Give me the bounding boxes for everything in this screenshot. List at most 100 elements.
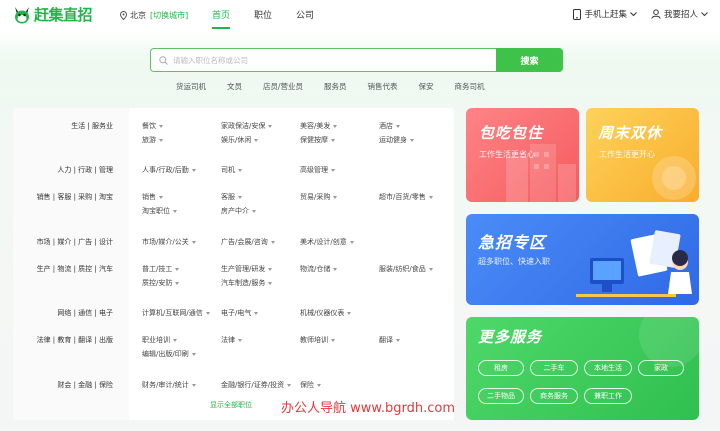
category-item[interactable]: 贸易/采购 xyxy=(300,192,338,202)
category-item-label: 广告/会展/咨询 xyxy=(221,238,268,246)
hot-search-link[interactable]: 服务员 xyxy=(324,81,347,92)
category-item[interactable]: 人事/行政/后勤 xyxy=(142,165,196,175)
card-food-housing[interactable]: 包吃包住 工作生活更省心 xyxy=(466,108,579,202)
caret-down-icon xyxy=(428,195,433,199)
header-right: 手机上赶集 我要招人 xyxy=(559,8,708,20)
hot-search-link[interactable]: 店员/营业员 xyxy=(263,81,303,92)
recruit-menu[interactable]: 我要招人 xyxy=(651,8,708,20)
category-item-label: 家政保洁/安保 xyxy=(221,122,266,130)
category-item[interactable]: 酒店 xyxy=(379,121,400,131)
category-item[interactable]: 教师培训 xyxy=(300,335,335,345)
nav-companies[interactable]: 公司 xyxy=(296,8,314,29)
caret-down-icon xyxy=(331,338,335,342)
category-item-label: 法律 xyxy=(221,336,235,344)
nav-home[interactable]: 首页 xyxy=(212,8,231,29)
search-button[interactable]: 搜索 xyxy=(496,48,563,72)
category-item[interactable]: 金融/银行/证券/投资 xyxy=(221,380,292,390)
caret-down-icon xyxy=(428,267,433,271)
category-item[interactable]: 保健按摩 xyxy=(300,135,335,145)
mobile-app-menu[interactable]: 手机上赶集 xyxy=(573,8,637,20)
caret-down-icon xyxy=(268,124,273,128)
mobile-label: 手机上赶集 xyxy=(584,10,627,20)
category-item[interactable]: 质控/安防 xyxy=(142,278,180,288)
category-item[interactable]: 房产中介 xyxy=(221,206,256,216)
hot-search-link[interactable]: 保安 xyxy=(419,81,434,92)
hot-search-link[interactable]: 销售代表 xyxy=(368,81,398,92)
category-item[interactable]: 财务/审计/统计 xyxy=(142,380,196,390)
category-item-label: 美术/设计/创意 xyxy=(300,238,347,246)
category-item[interactable]: 服装/纺织/食品 xyxy=(379,264,433,274)
category-item-label: 金融/银行/证券/投资 xyxy=(221,381,285,389)
category-label: 生活 | 服务业 xyxy=(71,122,113,130)
hot-search-link[interactable]: 商务司机 xyxy=(455,81,485,92)
category-item[interactable]: 运动健身 xyxy=(379,135,414,145)
category-item[interactable]: 旅游 xyxy=(142,135,163,145)
hot-searches: 货运司机 文员 店员/营业员 服务员 销售代表 保安 商务司机 xyxy=(176,81,506,92)
city-selector[interactable]: 北京 [切换城市] xyxy=(120,10,188,21)
hot-search-link[interactable]: 货运司机 xyxy=(176,81,206,92)
card-urgent-hiring[interactable]: 急招专区 超多职位、快速入职 xyxy=(466,214,699,305)
card-weekend-off[interactable]: 周末双休 工作生活更开心 xyxy=(586,108,699,202)
category-item[interactable]: 客服 xyxy=(221,192,242,202)
category-item[interactable]: 计算机/互联网/通信 xyxy=(142,308,210,318)
category-item[interactable]: 广告/会展/咨询 xyxy=(221,237,275,247)
category-item[interactable]: 机械/仪器仪表 xyxy=(300,308,352,318)
hot-search-link[interactable]: 文员 xyxy=(227,81,242,92)
category-item-label: 美容/美发 xyxy=(300,122,331,130)
category-item[interactable]: 普工/技工 xyxy=(142,264,180,274)
category-item[interactable]: 法律 xyxy=(221,335,242,345)
category-item-label: 贸易/采购 xyxy=(300,193,331,201)
category-item[interactable]: 职业培训 xyxy=(142,335,177,345)
category-label: 销售 | 客服 | 采购 | 淘宝 xyxy=(36,193,113,201)
location-pin-icon xyxy=(120,11,127,20)
caret-down-icon xyxy=(159,138,163,142)
caret-down-icon xyxy=(238,338,242,342)
service-pill-used-car[interactable]: 二手车 xyxy=(530,360,578,376)
category-item[interactable]: 家政保洁/安保 xyxy=(221,121,273,131)
category-item-label: 人事/行政/后勤 xyxy=(142,166,189,174)
category-item[interactable]: 生产管理/研发 xyxy=(221,264,273,274)
service-pill-business[interactable]: 商务服务 xyxy=(530,388,578,404)
category-item[interactable]: 超市/百货/零售 xyxy=(379,192,433,202)
caret-down-icon xyxy=(333,124,338,128)
category-label: 人力 | 行政 | 管理 xyxy=(57,166,113,174)
logo-text: 赶集直招 xyxy=(34,6,93,24)
category-item[interactable]: 汽车制造/服务 xyxy=(221,278,273,288)
category-item-label: 销售 xyxy=(142,193,156,201)
category-item[interactable]: 保险 xyxy=(300,380,321,390)
service-pill-used-goods[interactable]: 二手物品 xyxy=(478,388,524,404)
search-input[interactable]: 请输入职位名称或公司 xyxy=(150,48,496,72)
phone-icon xyxy=(573,8,582,20)
category-item[interactable]: 餐饮 xyxy=(142,121,163,131)
category-item[interactable]: 物流/仓储 xyxy=(300,264,338,274)
category-item[interactable]: 淘宝职位 xyxy=(142,206,177,216)
category-item[interactable]: 娱乐/休闲 xyxy=(221,135,259,145)
top-header: 赶集直招 北京 [切换城市] 首页 职位 公司 手机上赶集 我要招人 xyxy=(0,0,720,30)
caret-down-icon xyxy=(254,138,259,142)
category-item[interactable]: 高级管理 xyxy=(300,165,335,175)
logo[interactable]: 赶集直招 xyxy=(12,4,93,25)
service-pill-housekeeping[interactable]: 家政 xyxy=(638,360,684,376)
service-pill-local-life[interactable]: 本地生活 xyxy=(584,360,632,376)
nav-jobs[interactable]: 职位 xyxy=(254,8,272,29)
caret-down-icon xyxy=(268,281,273,285)
category-item-label: 餐饮 xyxy=(142,122,156,130)
category-item-label: 服装/纺织/食品 xyxy=(379,265,426,273)
category-item-label: 电子/电气 xyxy=(221,309,252,317)
category-item[interactable]: 美容/美发 xyxy=(300,121,338,131)
category-item[interactable]: 销售 xyxy=(142,192,163,202)
caret-down-icon xyxy=(191,168,196,172)
category-item[interactable]: 翻译 xyxy=(379,335,400,345)
category-item-label: 市场/媒介/公关 xyxy=(142,238,189,246)
chevron-down-icon xyxy=(701,11,708,16)
category-item[interactable]: 编辑/出版/印刷 xyxy=(142,349,196,359)
category-item[interactable]: 美术/设计/创意 xyxy=(300,237,354,247)
show-all-jobs-link[interactable]: 显示全部职位 xyxy=(210,400,252,410)
switch-city-link[interactable]: [切换城市] xyxy=(150,10,188,21)
category-item[interactable]: 市场/媒介/公关 xyxy=(142,237,196,247)
category-item[interactable]: 电子/电气 xyxy=(221,308,259,318)
service-pill-rent[interactable]: 租房 xyxy=(478,360,524,376)
category-item[interactable]: 司机 xyxy=(221,165,242,175)
service-pill-part-time[interactable]: 兼职工作 xyxy=(584,388,632,404)
search-icon xyxy=(159,55,168,65)
